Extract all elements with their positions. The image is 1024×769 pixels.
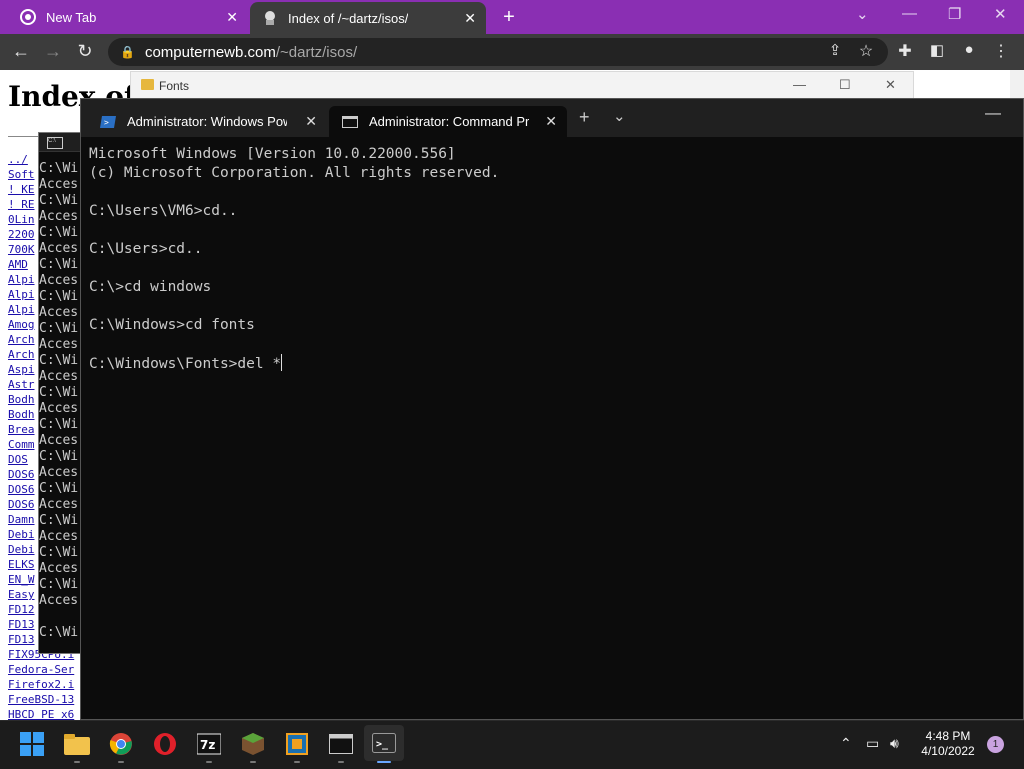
tab-title: Index of /~dartz/isos/ xyxy=(288,10,409,26)
file-link[interactable]: Fedora-Ser xyxy=(8,662,74,677)
divider xyxy=(8,136,38,137)
forward-icon[interactable]: → xyxy=(42,41,64,62)
reload-icon[interactable]: ↻ xyxy=(74,41,96,62)
close-tab-icon[interactable]: ✕ xyxy=(545,113,557,130)
active-indicator xyxy=(377,761,391,763)
url-path: /~dartz/isos/ xyxy=(275,43,358,61)
extensions-icon[interactable]: ✚ xyxy=(894,41,916,61)
taskbar: 7z >_ ⌃ ▭ 🔊︎ 4:48 PM 4/10/2022 1 xyxy=(0,720,1024,769)
network-icon[interactable]: ▭ xyxy=(866,735,879,752)
tab-powershell[interactable]: > Administrator: Windows PowerS ✕ xyxy=(87,106,327,137)
volume-icon[interactable]: 🔊︎ xyxy=(890,735,899,752)
cmd-icon xyxy=(341,115,359,129)
tab-title: Administrator: Windows PowerS xyxy=(127,114,287,129)
terminal-line: C:\Users>cd.. xyxy=(89,241,203,257)
minimize-icon[interactable]: — xyxy=(793,77,806,92)
terminal-line: (c) Microsoft Corporation. All rights re… xyxy=(89,165,500,181)
running-indicator xyxy=(338,761,344,763)
site-icon xyxy=(262,10,278,26)
file-link[interactable]: Firefox2.i xyxy=(8,677,74,692)
window-title: Fonts xyxy=(159,79,190,93)
back-icon[interactable]: ← xyxy=(10,41,32,62)
browser-toolbar: ← → ↻ 🔒 computernewb.com/~dartz/isos/ ⇪ … xyxy=(0,34,1024,70)
bookmark-star-icon[interactable]: ☆ xyxy=(855,41,877,61)
close-tab-icon[interactable]: ✕ xyxy=(226,9,238,26)
chevron-up-icon[interactable]: ⌃ xyxy=(840,735,852,752)
menu-icon[interactable]: ⋮ xyxy=(990,41,1012,61)
terminal-line: C:\Users\VM6>cd.. xyxy=(89,203,238,219)
virtualbox-icon[interactable] xyxy=(284,731,310,757)
opera-icon[interactable] xyxy=(152,731,178,757)
profile-icon[interactable]: ● xyxy=(958,41,980,58)
running-indicator xyxy=(250,761,256,763)
tab-index-of-isos[interactable]: Index of /~dartz/isos/ ✕ xyxy=(250,2,486,34)
file-link[interactable]: FreeBSD-13 xyxy=(8,692,74,707)
tab-new-tab[interactable]: New Tab ✕ xyxy=(8,0,248,34)
terminal-line: C:\Windows>cd fonts xyxy=(89,317,255,333)
command-prompt-icon[interactable] xyxy=(328,731,354,757)
running-indicator xyxy=(206,761,212,763)
cmd-icon: C:\ xyxy=(47,137,63,149)
running-indicator xyxy=(118,761,124,763)
browser-tabstrip: New Tab ✕ Index of /~dartz/isos/ ✕ + ⌄ —… xyxy=(0,0,1024,34)
running-indicator xyxy=(294,761,300,763)
chrome-icon xyxy=(20,9,36,25)
terminal-line: C:\Windows\Fonts>del * xyxy=(89,354,283,372)
chrome-icon[interactable] xyxy=(108,731,134,757)
close-tab-icon[interactable]: ✕ xyxy=(305,113,317,130)
minimize-icon[interactable]: — xyxy=(985,105,1001,123)
notification-badge[interactable]: 1 xyxy=(987,736,1004,753)
lock-icon: 🔒 xyxy=(120,45,135,59)
chevron-down-icon[interactable]: ⌄ xyxy=(613,107,626,125)
restore-icon[interactable]: ❐ xyxy=(948,5,961,23)
terminal-output[interactable]: Microsoft Windows [Version 10.0.22000.55… xyxy=(89,145,499,374)
new-tab-icon[interactable]: + xyxy=(579,107,590,128)
terminal-line: Microsoft Windows [Version 10.0.22000.55… xyxy=(89,146,456,162)
close-tab-icon[interactable]: ✕ xyxy=(464,10,476,27)
svg-text:7z: 7z xyxy=(200,738,215,752)
windows-terminal[interactable]: > Administrator: Windows PowerS ✕ Admini… xyxy=(80,98,1024,720)
close-icon[interactable]: ✕ xyxy=(994,5,1007,23)
file-explorer-icon[interactable] xyxy=(64,731,90,757)
new-tab-button[interactable]: + xyxy=(498,6,520,29)
url-host: computernewb.com xyxy=(144,43,276,61)
powershell-icon: > xyxy=(99,115,117,129)
terminal-line: C:\>cd windows xyxy=(89,279,212,295)
svg-text:>: > xyxy=(104,118,109,127)
maximize-icon[interactable]: ☐ xyxy=(839,77,851,93)
tab-title: New Tab xyxy=(46,9,97,25)
terminal-icon[interactable]: >_ xyxy=(364,725,404,761)
tab-search-icon[interactable]: ⌄ xyxy=(856,5,869,23)
close-icon[interactable]: ✕ xyxy=(885,77,896,93)
text-cursor xyxy=(281,354,283,371)
minecraft-icon[interactable] xyxy=(240,731,266,757)
start-icon[interactable] xyxy=(19,731,45,757)
clock-date: 4/10/2022 xyxy=(921,744,975,758)
terminal-tabbar: > Administrator: Windows PowerS ✕ Admini… xyxy=(81,99,1023,137)
minimize-icon[interactable]: — xyxy=(902,5,917,22)
folder-icon xyxy=(141,79,154,90)
address-bar[interactable]: 🔒 computernewb.com/~dartz/isos/ xyxy=(108,38,888,66)
clock-time: 4:48 PM xyxy=(925,729,971,743)
tab-command-prompt[interactable]: Administrator: Command Promp ✕ xyxy=(329,106,567,137)
7zip-icon[interactable]: 7z xyxy=(196,731,222,757)
system-clock[interactable]: 4:48 PM 4/10/2022 xyxy=(918,729,978,759)
side-panel-icon[interactable]: ◧ xyxy=(926,41,948,59)
running-indicator xyxy=(74,761,80,763)
tab-title: Administrator: Command Promp xyxy=(369,114,529,129)
share-icon[interactable]: ⇪ xyxy=(824,41,846,59)
svg-text:>_: >_ xyxy=(376,739,389,750)
